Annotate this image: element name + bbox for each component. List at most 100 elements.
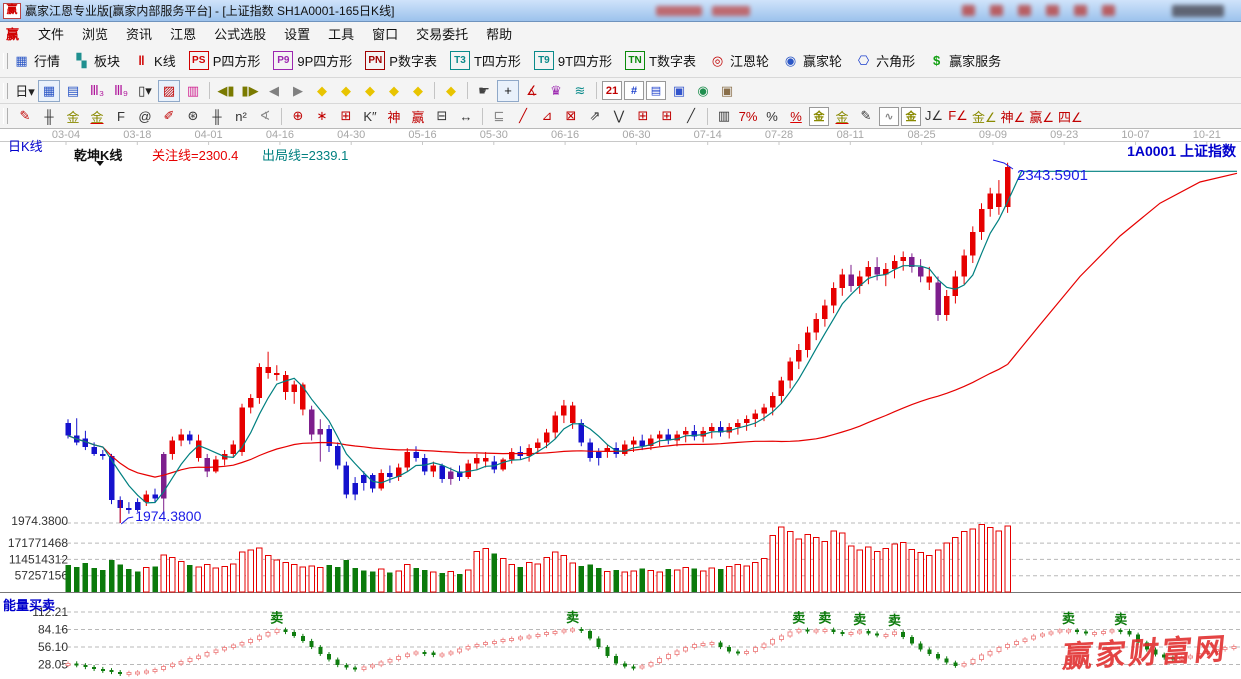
fan-lines-icon[interactable]: ╱ (512, 105, 534, 127)
gann-magic-tool-icon[interactable]: ♛ (545, 80, 567, 102)
menu-item-8[interactable]: 交易委托 (407, 22, 477, 45)
kline-chart-canvas[interactable]: 03-0403-1804-0104-1604-3005-1605-3006-16… (0, 129, 1241, 679)
width-measure-icon[interactable]: ↔ (455, 105, 477, 127)
zoom-x-diamond-icon[interactable]: ◆ (383, 80, 405, 102)
menu-item-6[interactable]: 工具 (319, 22, 363, 45)
wave-tool-icon[interactable]: ≋ (569, 80, 591, 102)
time-lines-icon[interactable]: ╫ (206, 105, 228, 127)
circle-cycle-icon[interactable]: ⊛ (182, 105, 204, 127)
spiral-tool-icon[interactable]: @ (134, 105, 156, 127)
pen-black-icon[interactable]: ✎ (855, 105, 877, 127)
menu-item-1[interactable]: 浏览 (73, 22, 117, 45)
zoom-right-diamond-icon[interactable]: ◆ (335, 80, 357, 102)
zoom-all-diamond-icon[interactable]: ◆ (440, 80, 462, 102)
quotes-button[interactable]: ▦行情 (13, 51, 60, 70)
k-quote-icon[interactable]: K″ (359, 105, 381, 127)
sectors-button[interactable]: ▚板块 (73, 51, 120, 70)
calendar-button-icon[interactable]: 21 (602, 81, 622, 100)
hexagon-button[interactable]: ⎔六角形 (855, 51, 915, 70)
zigzag-tool-icon[interactable]: ⋁ (608, 105, 630, 127)
winner-wheel-button[interactable]: ◉赢家轮 (782, 51, 842, 70)
gann-wheel-button[interactable]: ◎江恩轮 (709, 51, 769, 70)
nav-prev-icon[interactable]: ◀ (263, 80, 285, 102)
percent-tool-icon[interactable]: % (761, 105, 783, 127)
period-selector-icon[interactable]: 日▾ (14, 80, 36, 102)
menu-item-3[interactable]: 江恩 (161, 22, 205, 45)
chart-area[interactable]: 03-0403-1804-0104-1604-3005-1605-3006-16… (0, 129, 1241, 679)
toolbar-grip[interactable] (3, 53, 8, 69)
gold-ratio-1-icon[interactable]: 金 (62, 105, 84, 127)
seven-percent-icon[interactable]: 7% (737, 105, 759, 127)
shen-tool-icon[interactable]: 神 (383, 105, 405, 127)
9p-square-button[interactable]: P99P四方形 (273, 51, 352, 70)
net-stats-button-icon[interactable]: ◉ (692, 80, 714, 102)
percent-line-icon[interactable]: % (785, 105, 807, 127)
menu-item-0[interactable]: 文件 (29, 22, 73, 45)
ying-tool-icon[interactable]: 赢 (407, 105, 429, 127)
nav-first-icon[interactable]: ◀▮ (215, 80, 237, 102)
p-square-button[interactable]: PSP四方形 (189, 51, 261, 70)
f-angle-icon[interactable]: F∠ (947, 105, 969, 127)
toolbar-grip[interactable] (3, 108, 8, 124)
fan-box-icon[interactable]: ⊿ (536, 105, 558, 127)
n-square-icon[interactable]: n² (230, 105, 252, 127)
info-panel-icon[interactable]: ▤ (62, 80, 84, 102)
gold-line-icon[interactable]: 金 (831, 105, 853, 127)
volume-profile-icon[interactable]: ▥ (182, 80, 204, 102)
pattern-red-icon[interactable]: ▨ (158, 80, 180, 102)
price-grid2-icon[interactable]: ⊞ (656, 105, 678, 127)
angle-tool-icon[interactable]: ∡ (521, 80, 543, 102)
report-button-icon[interactable]: ▤ (646, 81, 666, 100)
draw-pen-icon[interactable]: ✎ (14, 105, 36, 127)
nav-last-icon[interactable]: ▮▶ (239, 80, 261, 102)
kline-type-dropdown[interactable]: 乾坤K线 (74, 145, 122, 164)
menu-item-9[interactable]: 帮助 (477, 22, 521, 45)
hand-tool-icon[interactable]: ☛ (473, 80, 495, 102)
draw-chart-pen-icon[interactable]: ✐ (158, 105, 180, 127)
fan-box2-icon[interactable]: ⊠ (560, 105, 582, 127)
menu-item-2[interactable]: 资讯 (117, 22, 161, 45)
wave-box-icon[interactable]: ∿ (879, 107, 899, 126)
gann-grid-icon[interactable]: ⊞ (335, 105, 357, 127)
stat-box-icon[interactable]: ▥ (713, 105, 735, 127)
grid-lines-icon[interactable]: ╫ (38, 105, 60, 127)
p-table-button[interactable]: PNP数字表 (365, 51, 437, 70)
j-angle-icon[interactable]: J∠ (923, 105, 945, 127)
gann-target-icon[interactable]: ⊕ (287, 105, 309, 127)
menu-item-7[interactable]: 窗口 (363, 22, 407, 45)
angle-measure-icon[interactable]: ∢ (254, 105, 276, 127)
slash-lines-icon[interactable]: ╱ (680, 105, 702, 127)
box-tool-icon[interactable]: ⊑ (488, 105, 510, 127)
t-table-button[interactable]: TNT数字表 (625, 51, 696, 70)
gann-star-icon[interactable]: ∗ (311, 105, 333, 127)
crosshair-tool-icon[interactable]: + (497, 80, 519, 102)
candle-style-icon[interactable]: ▯▾ (134, 80, 156, 102)
si-angle-icon[interactable]: 四∠ (1057, 105, 1084, 127)
kline-button[interactable]: ‖K线 (133, 51, 176, 70)
price-grid-icon[interactable]: ⊞ (632, 105, 654, 127)
trend-arrows-icon[interactable]: ⇗ (584, 105, 606, 127)
gold-circle-icon[interactable]: 金 (809, 107, 829, 126)
nine-bars-icon[interactable]: Ⅲ₉ (110, 80, 132, 102)
remote-button-icon[interactable]: ▣ (716, 80, 738, 102)
ying-angle-icon[interactable]: 赢∠ (1028, 105, 1055, 127)
grid-123-icon[interactable]: ⊟ (431, 105, 453, 127)
zoom-h-diamond-icon[interactable]: ◆ (359, 80, 381, 102)
menu-item-5[interactable]: 设置 (275, 22, 319, 45)
t-square-button[interactable]: T3T四方形 (450, 51, 521, 70)
menu-item-4[interactable]: 公式选股 (205, 22, 275, 45)
9t-square-button[interactable]: T99T四方形 (534, 51, 612, 70)
gold-ratio-2-icon[interactable]: 金 (86, 105, 108, 127)
gold-angle-icon[interactable]: 金∠ (971, 105, 998, 127)
qiankun-toggle-icon[interactable]: ▦ (38, 80, 60, 102)
toolbar-grip[interactable] (3, 83, 8, 99)
nav-next-icon[interactable]: ▶ (287, 80, 309, 102)
calculator-button-icon[interactable]: # (624, 81, 644, 100)
zoom-left-diamond-icon[interactable]: ◆ (311, 80, 333, 102)
zoom-star-diamond-icon[interactable]: ◆ (407, 80, 429, 102)
winner-service-button[interactable]: $赢家服务 (928, 51, 1001, 70)
fibo-grid-icon[interactable]: F (110, 105, 132, 127)
gold-box-icon[interactable]: 金 (901, 107, 921, 126)
save-button-icon[interactable]: ▣ (668, 80, 690, 102)
three-bars-icon[interactable]: Ⅲ₃ (86, 80, 108, 102)
